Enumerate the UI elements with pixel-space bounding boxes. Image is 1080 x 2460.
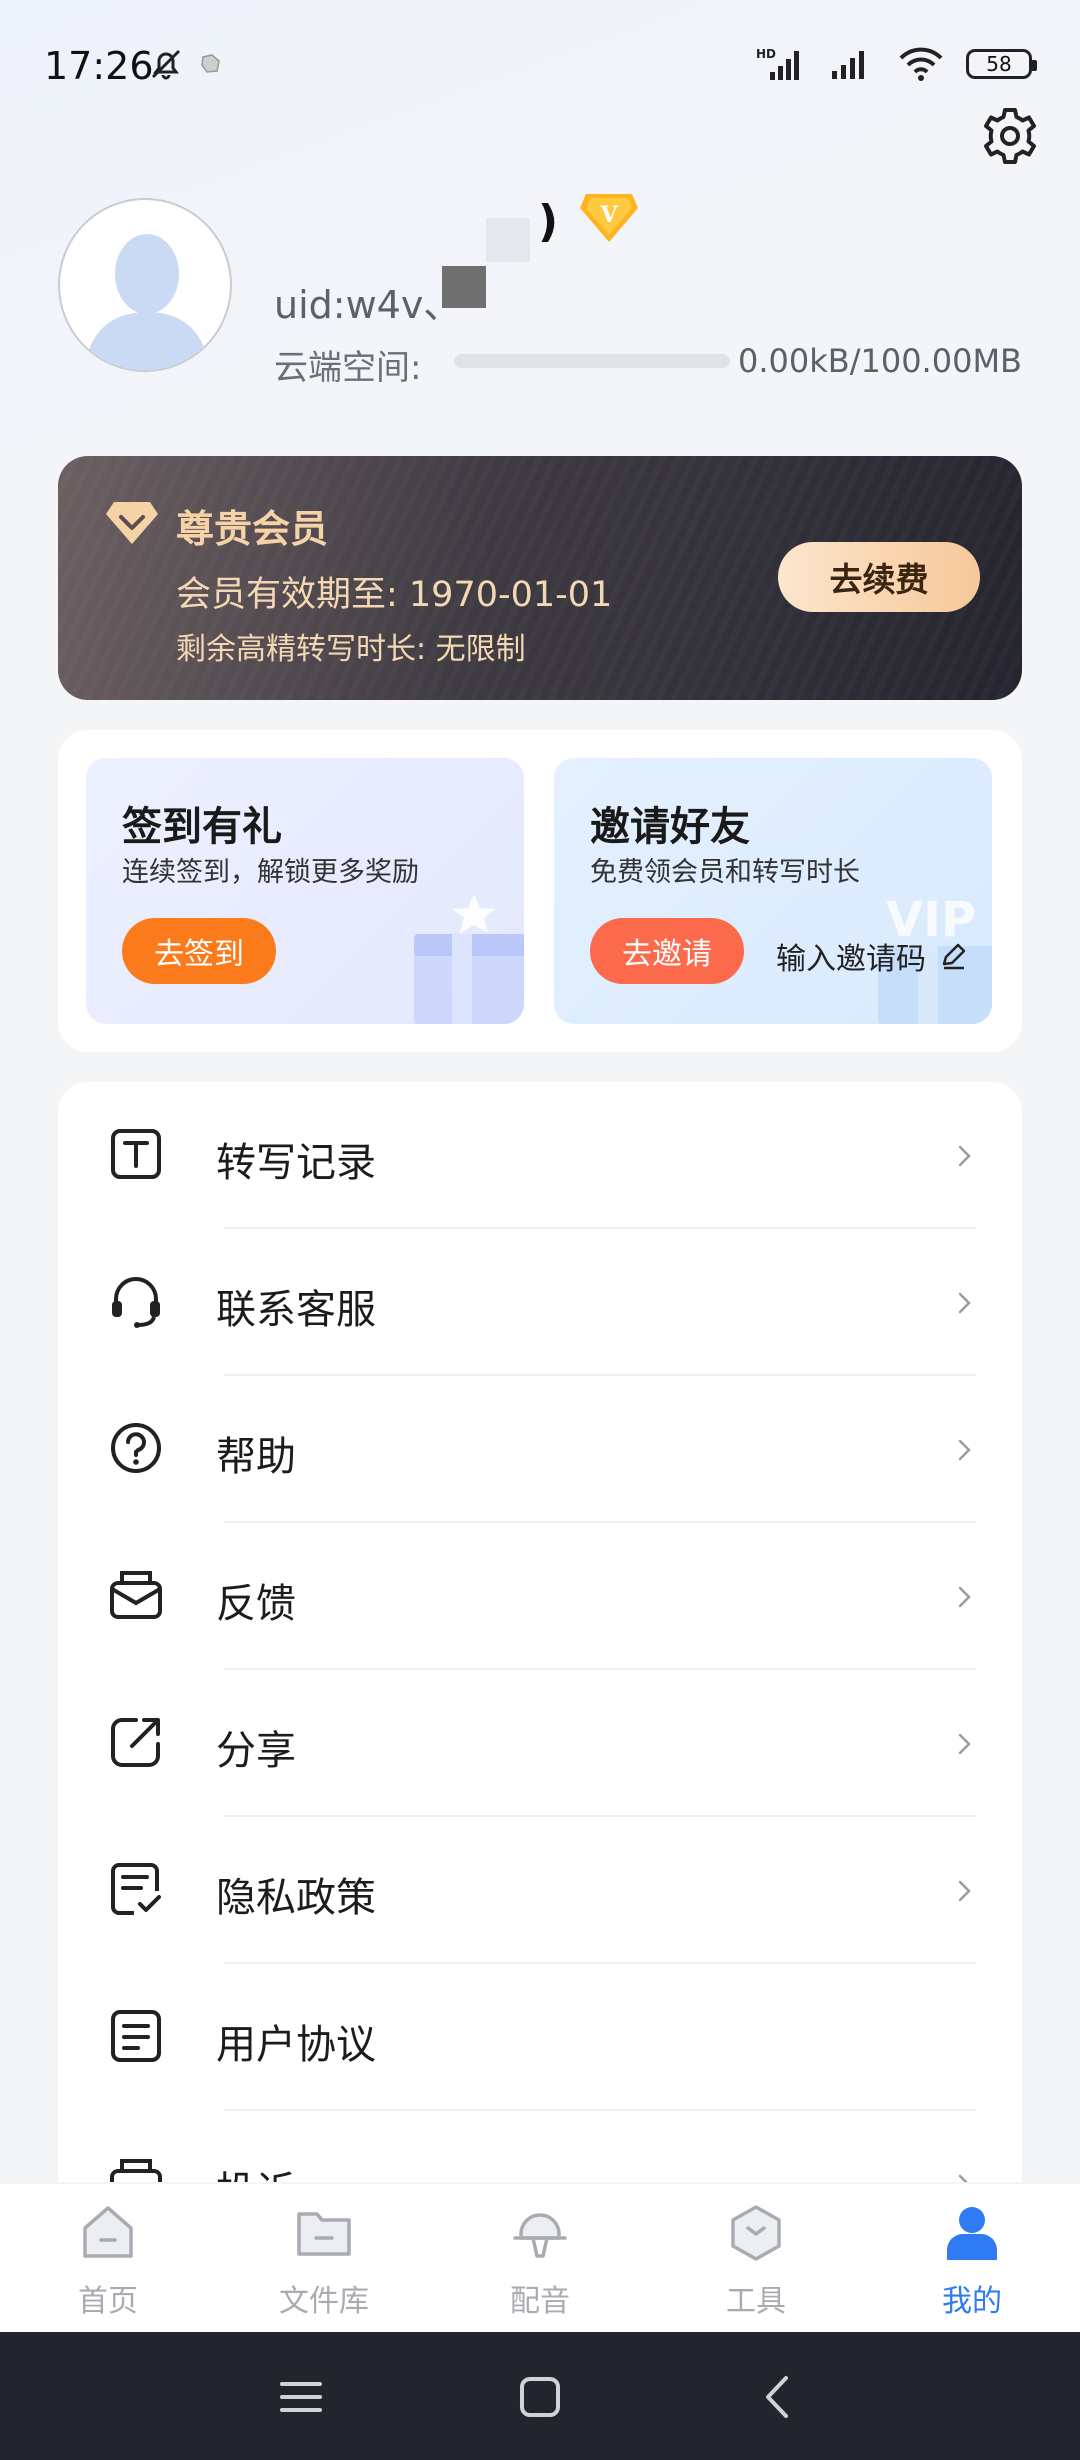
user-uid: uid:w4v、 [274, 283, 462, 327]
invite-code-label: 输入邀请码 [776, 942, 926, 977]
home-icon [83, 2206, 133, 2258]
chevron-right-icon [958, 1292, 971, 1314]
redacted-uid-block [442, 266, 486, 308]
bottom-navigation: 首页 文件库 配音 工具 我的 [0, 2184, 1080, 2332]
invite-card[interactable]: VIP 邀请好友 免费领会员和转写时长 去邀请 输入邀请码 [554, 758, 992, 1024]
menu-item-complaint[interactable]: 投诉 [58, 2111, 1022, 2182]
app-notification-icon [201, 54, 220, 73]
menu-label: 用户协议 [216, 2022, 376, 2068]
privacy-doc-icon [111, 1863, 161, 1915]
share-icon [111, 1718, 160, 1767]
edit-pencil-icon [942, 943, 966, 970]
folder-icon [297, 2212, 351, 2256]
dubbing-icon [513, 2213, 567, 2258]
checkin-button[interactable]: 去签到 [122, 918, 276, 984]
menu-item-feedback[interactable]: 反馈 [58, 1523, 1022, 1670]
back-icon[interactable] [754, 2372, 804, 2422]
hd-signal-icon: HD [756, 47, 799, 80]
diamond-icon [106, 502, 158, 544]
menu-label: 隐私政策 [216, 1875, 376, 1921]
battery-level: 58 [986, 52, 1012, 76]
tools-icon [731, 2205, 781, 2261]
checkin-title: 签到有礼 [122, 804, 282, 850]
user-name: ) [538, 196, 559, 247]
vip-title: 尊贵会员 [176, 507, 329, 551]
invite-button[interactable]: 去邀请 [590, 918, 744, 984]
chevron-right-icon [958, 1880, 971, 1902]
help-icon [111, 1423, 161, 1473]
menu-item-customer-service[interactable]: 联系客服 [58, 1229, 1022, 1376]
menu-item-share[interactable]: 分享 [58, 1670, 1022, 1817]
tab-dubbing[interactable]: 配音 [460, 2202, 620, 2322]
nav-label: 首页 [78, 2284, 138, 2319]
vip-expiry-date: 会员有效期至: 1970-01-01 [176, 575, 613, 615]
avatar-placeholder-icon [84, 234, 210, 370]
promo-panel: 签到有礼 连续签到，解锁更多奖励 去签到 VIP 邀请好友 免费领会员和转写时长… [58, 730, 1022, 1052]
home-square-icon[interactable] [515, 2372, 565, 2422]
tab-home[interactable]: 首页 [28, 2202, 188, 2322]
status-left-icons [146, 44, 224, 84]
chevron-right-icon [958, 1586, 971, 1608]
menu-label: 联系客服 [216, 1287, 376, 1333]
system-navigation-bar [0, 2332, 1080, 2460]
invite-subtitle: 免费领会员和转写时长 [590, 857, 860, 888]
mute-bell-icon [151, 49, 181, 80]
profile-icon [947, 2207, 997, 2260]
chevron-right-icon [958, 2174, 968, 2182]
checkin-card[interactable]: 签到有礼 连续签到，解锁更多奖励 去签到 [86, 758, 524, 1024]
menu-item-user-agreement[interactable]: 用户协议 [58, 1964, 1022, 2111]
menu-item-transcript-records[interactable]: 转写记录 [58, 1082, 1022, 1229]
signal-icon [832, 51, 864, 79]
tab-tools[interactable]: 工具 [676, 2202, 836, 2322]
status-time: 17:26 [44, 44, 154, 88]
battery-icon: 58 [966, 49, 1037, 79]
gift-box-icon [414, 894, 524, 1024]
headset-icon [112, 1277, 160, 1328]
chevron-right-icon [958, 1733, 971, 1755]
storage-progress-bar [454, 354, 730, 368]
menu-label: 反馈 [216, 1581, 296, 1627]
chevron-right-icon [958, 1439, 971, 1461]
checkin-subtitle: 连续签到，解锁更多奖励 [122, 857, 419, 888]
menu-icon[interactable] [276, 2372, 326, 2422]
feedback-mail-icon [110, 1571, 162, 1619]
avatar[interactable] [58, 198, 232, 372]
renew-button[interactable]: 去续费 [778, 542, 980, 612]
status-bar: 17:26 HD 58 [0, 0, 1080, 130]
invite-title: 邀请好友 [590, 804, 750, 850]
nav-label: 我的 [942, 2284, 1002, 2319]
svg-text:HD: HD [756, 47, 776, 61]
storage-usage-text: 0.00kB/100.00MB [737, 342, 1022, 380]
vip-badge-icon[interactable]: V [578, 190, 640, 246]
chevron-right-icon [958, 1145, 971, 1167]
menu-label: 帮助 [216, 1434, 296, 1480]
tab-file-library[interactable]: 文件库 [244, 2202, 404, 2322]
enter-invite-code-link[interactable]: 输入邀请码 [776, 934, 968, 978]
svg-text:V: V [599, 202, 618, 228]
nav-label: 文件库 [279, 2284, 369, 2319]
nav-label: 配音 [510, 2284, 570, 2319]
menu-label: 投诉 [216, 2159, 296, 2182]
complaint-icon [110, 2159, 162, 2182]
status-right-icons: HD 58 [756, 46, 1037, 82]
menu-item-privacy-policy[interactable]: 隐私政策 [58, 1817, 1022, 1964]
settings-gear-icon[interactable] [978, 104, 1042, 168]
transcript-record-icon [111, 1129, 161, 1179]
menu-label: 转写记录 [216, 1140, 376, 1186]
vip-membership-card: 尊贵会员 会员有效期至: 1970-01-01 剩余高精转写时长: 无限制 去续… [58, 456, 1022, 700]
nav-label: 工具 [726, 2284, 786, 2319]
vip-remaining-time: 剩余高精转写时长: 无限制 [176, 632, 526, 667]
menu-label: 分享 [216, 1728, 296, 1774]
menu-list: 转写记录 联系客服 帮助 反馈 分享 隐私政策 用户协议 [58, 1082, 1022, 2182]
cloud-storage-label: 云端空间: [274, 348, 422, 388]
agreement-doc-icon [111, 2010, 161, 2062]
tab-mine[interactable]: 我的 [892, 2202, 1052, 2322]
wifi-icon [899, 47, 943, 81]
menu-item-help[interactable]: 帮助 [58, 1376, 1022, 1523]
redacted-name-block [486, 218, 530, 262]
